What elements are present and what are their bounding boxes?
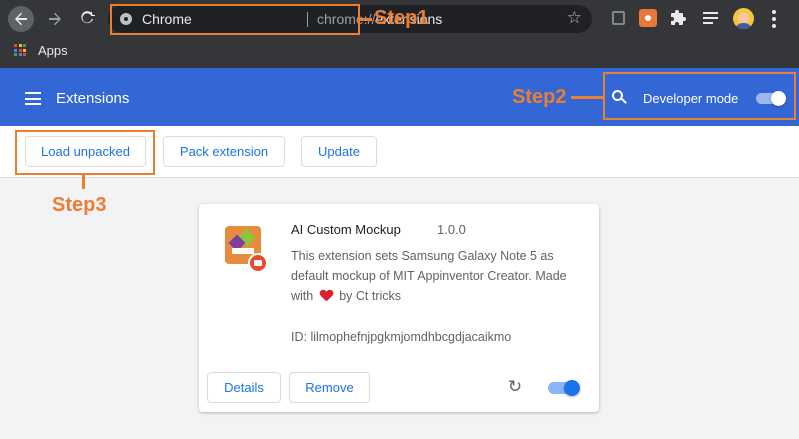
apps-grid-icon[interactable] bbox=[14, 44, 26, 56]
step2-connector bbox=[571, 96, 603, 99]
enable-extension-toggle[interactable] bbox=[548, 380, 580, 396]
bookmark-apps[interactable]: Apps bbox=[38, 43, 68, 58]
update-button[interactable]: Update bbox=[301, 136, 377, 167]
more-menu-icon[interactable] bbox=[772, 10, 778, 31]
media-controls-icon[interactable] bbox=[701, 9, 719, 27]
step3-label: Step3 bbox=[52, 194, 107, 216]
step2-label: Step2 bbox=[512, 86, 567, 108]
arrow-right-icon bbox=[49, 12, 61, 26]
extension-logo-icon bbox=[225, 226, 269, 273]
cast-extension-icon[interactable] bbox=[609, 9, 627, 27]
arrow-left-icon bbox=[15, 12, 27, 26]
page-title: Extensions bbox=[56, 90, 130, 107]
back-button[interactable] bbox=[8, 6, 34, 32]
pack-extension-button[interactable]: Pack extension bbox=[163, 136, 285, 167]
puzzle-icon[interactable] bbox=[670, 9, 688, 27]
extension-description: This extension sets Samsung Galaxy Note … bbox=[291, 246, 586, 306]
reload-extension-icon[interactable]: ↻ bbox=[506, 378, 524, 396]
step2-highlight-box bbox=[603, 72, 796, 120]
step1-connector bbox=[360, 18, 372, 21]
step1-label: Step1 bbox=[374, 7, 429, 29]
extension-id: ID: lilmophefnjpgkmjomdhbcgdjacaikmo bbox=[291, 330, 512, 344]
reload-button[interactable] bbox=[74, 6, 100, 32]
description-credit: by Ct tricks bbox=[339, 289, 402, 303]
bookmarks-bar bbox=[0, 38, 799, 68]
profile-avatar[interactable] bbox=[733, 8, 754, 29]
extension-version: 1.0.0 bbox=[437, 222, 466, 237]
mockup-extension-icon[interactable] bbox=[639, 9, 657, 27]
forward-button[interactable] bbox=[42, 6, 68, 32]
details-button[interactable]: Details bbox=[207, 372, 281, 403]
hamburger-menu-icon[interactable] bbox=[25, 92, 41, 109]
heart-icon bbox=[320, 290, 333, 301]
extension-card: AI Custom Mockup 1.0.0 This extension se… bbox=[199, 204, 599, 412]
reload-icon bbox=[81, 11, 95, 24]
extension-name: AI Custom Mockup bbox=[291, 222, 401, 237]
remove-button[interactable]: Remove bbox=[289, 372, 370, 403]
step3-highlight-box bbox=[15, 130, 155, 175]
step1-highlight-box bbox=[110, 4, 360, 35]
step3-connector bbox=[82, 175, 85, 189]
bookmark-star-icon[interactable]: ☆ bbox=[567, 8, 582, 28]
